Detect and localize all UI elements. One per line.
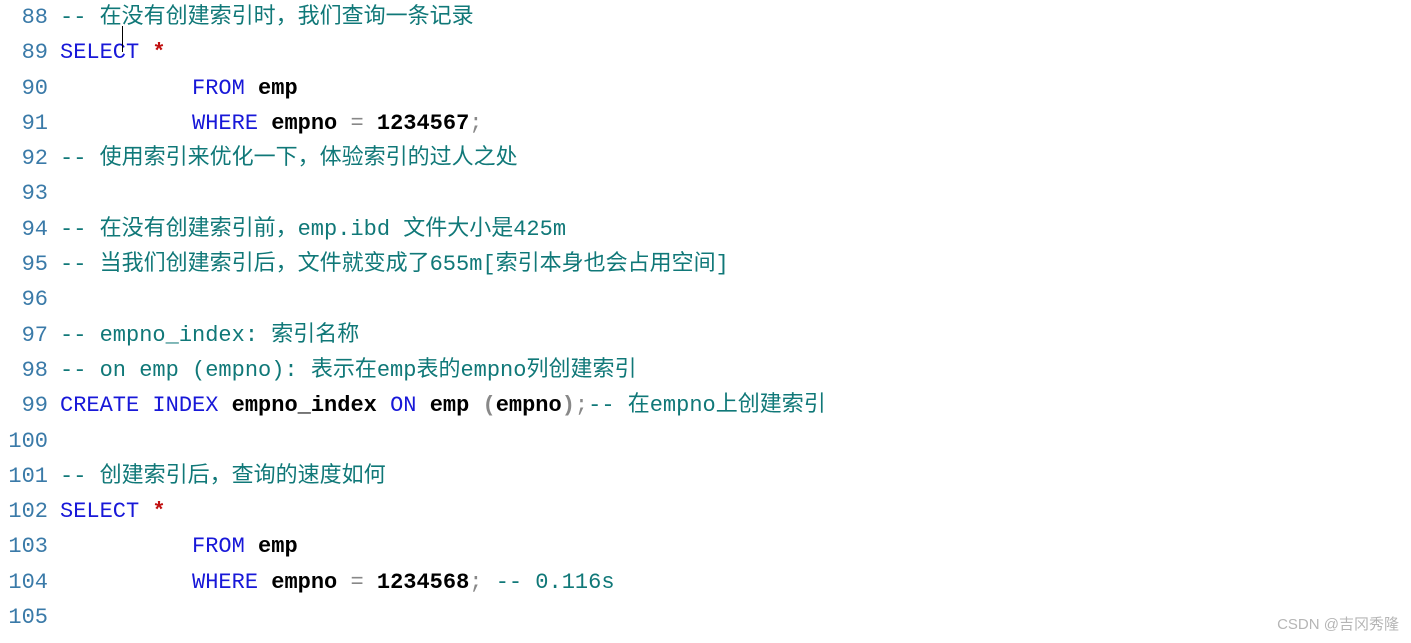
code-line: -- 当我们创建索引后，文件就变成了655m[索引本身也会占用空间]: [60, 247, 1411, 282]
line-number: 96: [0, 282, 48, 317]
line-number-gutter: 8889909192939495969798991001011021031041…: [0, 0, 60, 643]
code-line: SELECT *: [60, 494, 1411, 529]
code-line: [60, 176, 1411, 211]
token-identifier: emp: [258, 76, 298, 101]
code-line: -- on emp (empno): 表示在emp表的empno列创建索引: [60, 353, 1411, 388]
line-number: 99: [0, 388, 48, 423]
token-semicolon: ;: [469, 111, 482, 136]
token-keyword: WHERE: [192, 111, 258, 136]
token-plain: [258, 111, 271, 136]
token-operator: =: [350, 111, 363, 136]
token-plain: [364, 111, 377, 136]
token-plain: [245, 76, 258, 101]
token-star: *: [152, 40, 165, 65]
code-line: CREATE INDEX empno_index ON emp (empno);…: [60, 388, 1411, 423]
token-identifier: empno: [271, 111, 337, 136]
token-plain: [337, 111, 350, 136]
code-line: -- 在没有创建索引前，emp.ibd 文件大小是425m: [60, 212, 1411, 247]
token-plain: [60, 76, 192, 101]
token-keyword: CREATE: [60, 393, 139, 418]
token-comment: -- 在empno上创建索引: [588, 393, 826, 418]
token-plain: [245, 534, 258, 559]
token-operator: =: [350, 570, 363, 595]
watermark: CSDN @吉冈秀隆: [1277, 613, 1399, 637]
code-area[interactable]: -- 在没有创建索引时，我们查询一条记录SELECT * FROM emp WH…: [60, 0, 1411, 643]
code-line: [60, 282, 1411, 317]
token-comment: -- 使用索引来优化一下，体验索引的过人之处: [60, 146, 518, 171]
code-line: WHERE empno = 1234568; -- 0.116s: [60, 565, 1411, 600]
token-plain: [469, 393, 482, 418]
line-number: 102: [0, 494, 48, 529]
token-comment: -- 0.116s: [496, 570, 615, 595]
token-semicolon: ;: [469, 570, 482, 595]
line-number: 97: [0, 318, 48, 353]
line-number: 94: [0, 212, 48, 247]
token-plain: [483, 570, 496, 595]
token-plain: [139, 40, 152, 65]
token-paren: (: [483, 393, 496, 418]
token-plain: [416, 393, 429, 418]
token-comment: -- 当我们创建索引后，文件就变成了655m[索引本身也会占用空间]: [60, 252, 729, 277]
token-number: 1234568: [377, 570, 469, 595]
token-plain: [139, 499, 152, 524]
line-number: 103: [0, 529, 48, 564]
code-line: -- 创建索引后，查询的速度如何: [60, 459, 1411, 494]
code-line: -- 在没有创建索引时，我们查询一条记录: [60, 0, 1411, 35]
code-line: SELECT *: [60, 35, 1411, 70]
token-plain: [377, 393, 390, 418]
code-line: FROM emp: [60, 529, 1411, 564]
code-line: -- empno_index: 索引名称: [60, 318, 1411, 353]
token-comment: -- 创建索引后，查询的速度如何: [60, 464, 386, 489]
token-identifier: empno_index: [232, 393, 377, 418]
code-line: -- 使用索引来优化一下，体验索引的过人之处: [60, 141, 1411, 176]
line-number: 100: [0, 424, 48, 459]
line-number: 98: [0, 353, 48, 388]
code-line: FROM emp: [60, 71, 1411, 106]
line-number: 105: [0, 600, 48, 635]
code-editor: 8889909192939495969798991001011021031041…: [0, 0, 1411, 643]
line-number: 95: [0, 247, 48, 282]
code-line: [60, 600, 1411, 635]
token-keyword: SELECT: [60, 40, 139, 65]
token-plain: [258, 570, 271, 595]
token-plain: [218, 393, 231, 418]
line-number: 90: [0, 71, 48, 106]
line-number: 89: [0, 35, 48, 70]
token-keyword: FROM: [192, 534, 245, 559]
token-identifier: empno: [496, 393, 562, 418]
token-semicolon: ;: [575, 393, 588, 418]
token-comment: -- on emp (empno): 表示在emp表的empno列创建索引: [60, 358, 636, 383]
token-plain: [60, 570, 192, 595]
token-identifier: empno: [271, 570, 337, 595]
line-number: 91: [0, 106, 48, 141]
token-comment: -- empno_index: 索引名称: [60, 323, 359, 348]
token-plain: [364, 570, 377, 595]
line-number: 101: [0, 459, 48, 494]
token-keyword: WHERE: [192, 570, 258, 595]
code-line: [60, 424, 1411, 459]
token-plain: [139, 393, 152, 418]
token-plain: [60, 111, 192, 136]
token-keyword: FROM: [192, 76, 245, 101]
token-plain: [60, 534, 192, 559]
token-keyword: SELECT: [60, 499, 139, 524]
token-plain: [337, 570, 350, 595]
line-number: 88: [0, 0, 48, 35]
token-comment: 没有创建索引时，我们查询一条记录: [122, 5, 474, 30]
token-star: *: [152, 499, 165, 524]
token-number: 1234567: [377, 111, 469, 136]
token-keyword: ON: [390, 393, 416, 418]
code-line: WHERE empno = 1234567;: [60, 106, 1411, 141]
token-comment: -- 在没有创建索引前，emp.ibd 文件大小是425m: [60, 217, 566, 242]
token-identifier: emp: [430, 393, 470, 418]
line-number: 93: [0, 176, 48, 211]
token-comment: -- 在: [60, 5, 122, 30]
line-number: 92: [0, 141, 48, 176]
token-keyword: INDEX: [152, 393, 218, 418]
token-identifier: emp: [258, 534, 298, 559]
line-number: 104: [0, 565, 48, 600]
token-paren: ): [562, 393, 575, 418]
